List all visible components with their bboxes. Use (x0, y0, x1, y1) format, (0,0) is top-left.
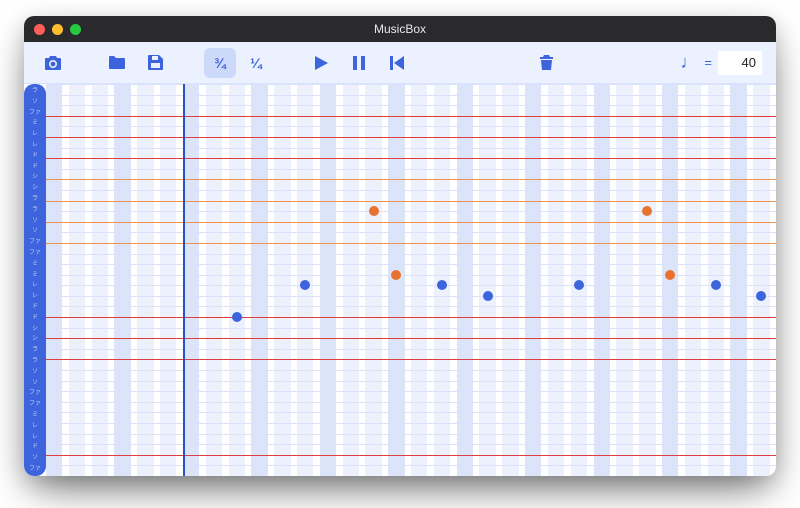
pitch-label: ミ (24, 412, 46, 418)
pitch-label: ラ (24, 358, 46, 364)
play-icon (315, 56, 328, 70)
pitch-label: ド (24, 315, 46, 321)
pitch-label: ソ (24, 99, 46, 105)
window-controls (34, 24, 81, 35)
time-signature-1-4[interactable]: ¼ (240, 48, 272, 78)
pitch-label: シ (24, 174, 46, 180)
note[interactable] (711, 280, 721, 290)
pitch-label: レ (24, 142, 46, 148)
pitch-label: ファ (24, 390, 46, 396)
toolbar: ¾ ¼ ♩ = (24, 42, 776, 84)
pitch-label: レ (24, 293, 46, 299)
tempo-input[interactable] (718, 51, 762, 75)
note[interactable] (756, 291, 766, 301)
save-button[interactable] (140, 48, 170, 78)
pitch-label: ド (24, 164, 46, 170)
pitch-label: ファ (24, 110, 46, 116)
pitch-label: ラ (24, 347, 46, 353)
pitch-label: ミ (24, 272, 46, 278)
pitch-label: ミ (24, 261, 46, 267)
pitch-label: レ (24, 434, 46, 440)
time-signature-group: ¾ ¼ (204, 48, 272, 78)
save-icon (148, 55, 163, 70)
note[interactable] (642, 206, 652, 216)
pitch-label: シ (24, 336, 46, 342)
time-signature-3-4[interactable]: ¾ (204, 48, 236, 78)
pitch-label: ミ (24, 120, 46, 126)
pause-button[interactable] (344, 48, 374, 78)
pitch-label: レ (24, 423, 46, 429)
pitch-label: ド (24, 153, 46, 159)
folder-icon (109, 56, 125, 69)
play-button[interactable] (306, 48, 336, 78)
grid[interactable] (46, 84, 776, 476)
camera-button[interactable] (38, 48, 68, 78)
camera-icon (45, 56, 61, 70)
note[interactable] (665, 270, 675, 280)
zoom-button[interactable] (70, 24, 81, 35)
note[interactable] (300, 280, 310, 290)
pitch-label: シ (24, 185, 46, 191)
tempo-control: ♩ = (680, 51, 762, 75)
pitch-label: ド (24, 304, 46, 310)
note[interactable] (391, 270, 401, 280)
pitch-label: ラ (24, 88, 46, 94)
pitch-label: ソ (24, 455, 46, 461)
close-button[interactable] (34, 24, 45, 35)
pause-icon (353, 56, 365, 70)
app-window: MusicBox ¾ ¼ (24, 16, 776, 476)
titlebar: MusicBox (24, 16, 776, 42)
pitch-label: ファ (24, 466, 46, 472)
trash-button[interactable] (531, 48, 561, 78)
minimize-button[interactable] (52, 24, 63, 35)
note-sheet[interactable]: ラソファミレレドドシシララソソファファミミレレドドシシララソソファファミレレドソ… (24, 84, 776, 476)
pitch-label: ファ (24, 239, 46, 245)
pitch-label: ファ (24, 250, 46, 256)
note[interactable] (437, 280, 447, 290)
tempo-equals: = (704, 55, 712, 70)
note[interactable] (232, 312, 242, 322)
open-button[interactable] (102, 48, 132, 78)
quarter-note-icon: ♩ (680, 52, 698, 73)
note[interactable] (574, 280, 584, 290)
note[interactable] (369, 206, 379, 216)
rewind-icon (390, 56, 404, 70)
trash-icon (540, 55, 553, 70)
pitch-label: ソ (24, 218, 46, 224)
pitch-label: ソ (24, 228, 46, 234)
pitch-label: ファ (24, 401, 46, 407)
pitch-label: ラ (24, 196, 46, 202)
note[interactable] (483, 291, 493, 301)
pitch-label: ラ (24, 207, 46, 213)
rewind-button[interactable] (382, 48, 412, 78)
pitch-label: レ (24, 131, 46, 137)
pitch-label: レ (24, 282, 46, 288)
pitch-label: ソ (24, 380, 46, 386)
pitch-ruler: ラソファミレレドドシシララソソファファミミレレドドシシララソソファファミレレドソ… (24, 84, 46, 476)
pitch-label: ソ (24, 369, 46, 375)
pitch-label: ド (24, 444, 46, 450)
window-title: MusicBox (24, 22, 776, 36)
pitch-label: シ (24, 326, 46, 332)
